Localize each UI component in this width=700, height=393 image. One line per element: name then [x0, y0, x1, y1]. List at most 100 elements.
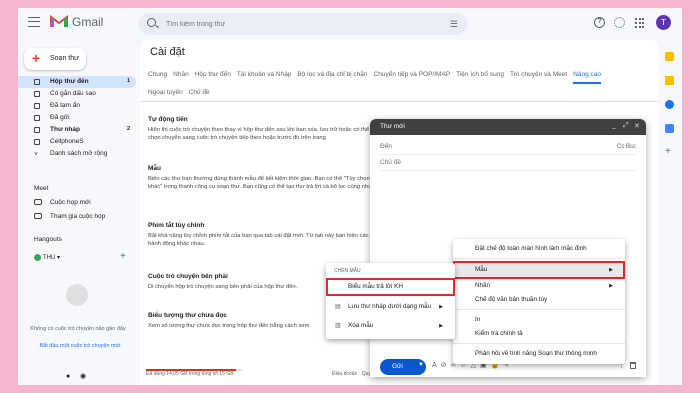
tab-addons[interactable]: Tiện ích bổ sung — [456, 66, 504, 83]
tab-general[interactable]: Chung — [148, 66, 167, 83]
to-label: Đến — [380, 143, 392, 150]
hangouts-empty-text: Không có cuộc trò chuyện nào gần đây — [30, 326, 126, 332]
delete-icon: ▥ — [335, 323, 341, 329]
tab-accounts[interactable]: Tài khoản và Nhập — [237, 66, 292, 83]
menu-item-templates[interactable]: Mẫu ▶ — [453, 261, 625, 279]
gmail-logo — [50, 15, 68, 27]
tab-advanced[interactable]: Nâng cao — [573, 68, 601, 84]
chevron-right-icon: ▶ — [609, 267, 613, 273]
sidebar-item-label: Hộp thư đến — [50, 78, 89, 85]
templates-submenu: CHÈN MẪU Biểu mẫu trả lời KH ▤ Lưu thư nh… — [326, 263, 455, 339]
menu-item-label: Xóa mẫu — [348, 322, 374, 329]
storage-text: Đã dùng 14,05 GB trong tổng số 15 GB — [146, 371, 234, 377]
sidebar-item-label: Danh sách mở rộng — [50, 150, 108, 157]
hangouts-start-link[interactable]: Bắt đầu một cuộc trò chuyện mới — [30, 343, 130, 349]
chevron-right-icon: ▶ — [609, 283, 613, 289]
menu-item-label: Nhãn — [475, 282, 491, 289]
schedule-send-icon[interactable]: ▼ — [418, 362, 424, 368]
tab-inbox[interactable]: Hộp thư đến — [195, 66, 231, 83]
menu-item-save-draft-as-template[interactable]: ▤ Lưu thư nháp dưới dạng mẫu ▶ — [326, 300, 455, 314]
apps-grid-icon[interactable] — [635, 18, 645, 28]
send-button[interactable]: Gửi ▼ — [380, 359, 426, 375]
menu-item-label: Lưu thư nháp dưới dạng mẫu — [348, 303, 431, 310]
setting-title: Phím tắt tùy chỉnh — [148, 222, 205, 229]
template-item-customer-reply[interactable]: Biểu mẫu trả lời KH — [326, 278, 455, 296]
expand-icon[interactable]: ⤢ — [623, 122, 629, 130]
save-icon: ▤ — [335, 304, 341, 310]
meet-new-meeting[interactable]: Cuộc họp mới — [50, 199, 91, 206]
main-menu-icon[interactable] — [28, 17, 40, 27]
sidebar-item-drafts[interactable]: Thư nháp 2 — [18, 124, 136, 136]
setting-title: Mẫu — [148, 165, 161, 172]
tab-offline[interactable]: Ngoại tuyến — [148, 84, 183, 101]
search-options-icon[interactable]: ☰ — [450, 19, 458, 30]
label-icon — [34, 139, 40, 145]
minimize-icon[interactable]: _ — [612, 122, 616, 129]
tab-forwarding[interactable]: Chuyển tiếp và POP/IMAP — [374, 66, 451, 83]
compose-button[interactable]: + Soạn thư — [24, 48, 86, 70]
sidebar-item-starred[interactable]: Có gắn dấu sao — [18, 88, 136, 100]
hangouts-user[interactable]: THU ▾ — [34, 254, 60, 261]
search-bar[interactable]: ☰ — [138, 13, 468, 35]
sidebar-item-more[interactable]: ˅ Danh sách mở rộng — [18, 148, 136, 160]
sidebar-item-cellphones[interactable]: CellphoneS — [18, 136, 136, 148]
menu-item-plain-text[interactable]: Chế độ văn bản thuần túy — [453, 293, 625, 307]
person-icon[interactable]: ● — [66, 373, 70, 380]
menu-item-delete-template[interactable]: ▥ Xóa mẫu ▶ — [326, 319, 455, 333]
add-addon-icon[interactable]: + — [665, 147, 674, 157]
tasks-icon[interactable] — [665, 100, 674, 109]
menu-item-label: Mẫu — [475, 266, 488, 273]
sidebar: Hộp thư đến 1 Có gắn dấu sao Đã tạm ẩn Đã… — [18, 76, 136, 160]
menu-item-fullscreen-default[interactable]: Đặt chế độ toàn màn hình làm mặc định — [453, 242, 625, 256]
more-options-menu: Đặt chế độ toàn màn hình làm mặc định Mẫ… — [453, 239, 625, 364]
setting-description: Biên các thư bạn thường dùng thành mẫu đ… — [148, 176, 377, 190]
tab-labels[interactable]: Nhãn — [173, 66, 189, 83]
tab-filters[interactable]: Bộ lọc và địa chỉ bị chặn — [297, 66, 367, 83]
chevron-right-icon: ▶ — [439, 323, 443, 329]
to-field[interactable]: Đến Cc Bcc — [380, 139, 636, 155]
keep-icon[interactable] — [665, 76, 674, 85]
video-icon — [34, 199, 42, 205]
help-icon[interactable]: ? — [594, 17, 605, 28]
sidebar-item-snoozed[interactable]: Đã tạm ẩn — [18, 100, 136, 112]
add-chat-icon[interactable]: + — [120, 251, 126, 262]
account-avatar[interactable]: T — [656, 15, 671, 30]
settings-tabs: Chung Nhãn Hộp thư đến Tài khoản và Nhập Bộ … — [148, 66, 658, 101]
trash-icon[interactable] — [630, 362, 636, 369]
contacts-icon[interactable] — [665, 124, 674, 133]
close-icon[interactable]: ✕ — [634, 122, 640, 130]
cc-bcc-link[interactable]: Cc Bcc — [617, 139, 636, 155]
setting-custom-shortcuts: Phím tắt tùy chỉnh Bật khả năng tùy chỉnh… — [148, 222, 378, 248]
right-side-panel: + — [658, 40, 682, 385]
menu-separator — [453, 258, 625, 259]
setting-title: Tự động tiến — [148, 116, 188, 123]
sidebar-item-label: Có gắn dấu sao — [50, 90, 96, 97]
menu-item-spellcheck[interactable]: Kiểm tra chính tả — [453, 327, 625, 341]
search-input[interactable] — [166, 17, 436, 31]
meet-join-meeting[interactable]: Tham gia cuộc họp — [50, 213, 105, 220]
sidebar-item-count: 2 — [126, 126, 130, 132]
subject-field[interactable] — [380, 155, 636, 171]
menu-item-print[interactable]: In — [453, 313, 625, 327]
sidebar-item-inbox[interactable]: Hộp thư đến 1 — [18, 76, 136, 88]
search-icon[interactable] — [147, 18, 156, 27]
setting-description: Hiển thị cuộc trò chuyện theo thay vì hộ… — [148, 127, 370, 141]
tab-chat-meet[interactable]: Trò chuyện và Meet — [510, 66, 567, 83]
menu-item-labels[interactable]: Nhãn ▶ — [453, 279, 625, 293]
calendar-icon[interactable] — [665, 52, 674, 61]
sidebar-item-sent[interactable]: Đã gửi — [18, 112, 136, 124]
menu-item-smart-compose-feedback[interactable]: Phản hồi về tính năng Soạn thư thông min… — [453, 347, 625, 361]
compose-title: Thư mới — [380, 123, 405, 130]
settings-gear-icon[interactable] — [614, 17, 625, 28]
draft-icon — [34, 127, 40, 133]
setting-description: Bật khả năng tùy chỉnh phím tắt của bạn … — [148, 233, 369, 247]
tab-themes[interactable]: Chủ đề — [189, 84, 210, 101]
chat-icon[interactable]: ◉ — [80, 373, 86, 380]
chevron-down-icon: ˅ — [34, 151, 38, 158]
bottom-icons: ● ◉ — [66, 372, 86, 380]
subject-input[interactable] — [380, 159, 580, 166]
sidebar-item-label: Thư nháp — [50, 126, 80, 133]
chevron-right-icon: ▶ — [439, 304, 443, 310]
sidebar-item-label: CellphoneS — [50, 138, 84, 145]
user-status-icon — [34, 254, 41, 261]
